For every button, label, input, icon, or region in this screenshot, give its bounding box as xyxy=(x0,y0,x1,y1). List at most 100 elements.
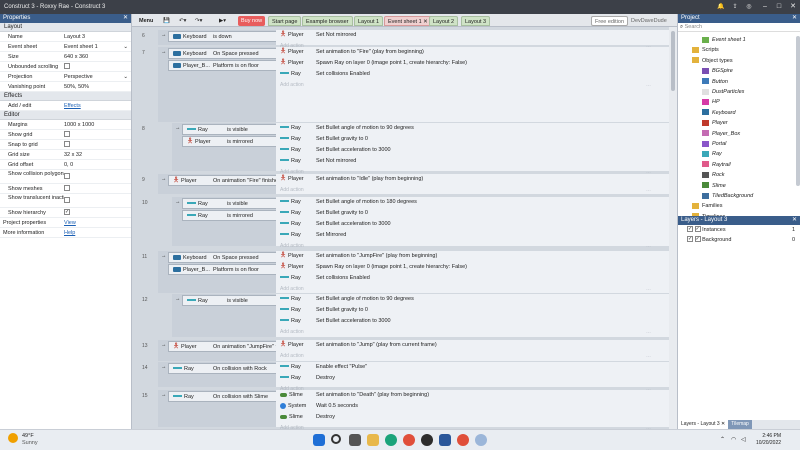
chevron-down-icon[interactable]: ⌄ xyxy=(123,42,131,51)
snap-to-grid-checkbox[interactable] xyxy=(64,141,70,148)
add-action-link[interactable]: Add action xyxy=(280,185,304,195)
actions-block[interactable]: 🯅 Player Set animation to "Idle" (play fro… xyxy=(276,174,669,194)
save-icon[interactable]: 💾 xyxy=(160,16,173,26)
notification-icon[interactable]: 🔔 xyxy=(716,0,726,14)
event-row[interactable]: 15 → Ray On collision with Slime Slime Set an… xyxy=(132,390,669,429)
actions-block[interactable]: Ray Set Bullet angle of motion to 90 degr… xyxy=(276,294,669,337)
tab-start-page[interactable]: Start page xyxy=(268,16,302,26)
tab-layout-3[interactable]: Layout 3 xyxy=(461,16,491,26)
event-row[interactable]: 6 → Keyboard is down 🯅 Player Set Not mirrored… xyxy=(132,30,669,49)
add-action-link[interactable]: Add action xyxy=(280,284,304,294)
expand-arrow-icon[interactable]: → xyxy=(161,251,167,261)
minimize-icon[interactable]: – xyxy=(758,0,772,14)
add-action-link[interactable]: Add action xyxy=(280,351,304,361)
action-text[interactable]: Set Bullet acceleration to 3000 xyxy=(316,145,391,155)
close-icon[interactable]: ✕ xyxy=(786,0,800,14)
actions-block[interactable]: Ray Set Bullet angle of motion to 90 degr… xyxy=(276,123,669,175)
show-translucent-checkbox[interactable] xyxy=(64,197,70,204)
action-text[interactable]: Destroy xyxy=(316,412,335,422)
event-row[interactable]: 12 → Ray is visible Ray Set Bullet angle of m… xyxy=(132,294,669,337)
event-row[interactable]: 11 → Keyboard On Space pressed Player_B... Pl… xyxy=(132,251,669,293)
prop-project-properties[interactable]: Project properties View xyxy=(0,218,131,228)
unbounded-scrolling-checkbox[interactable] xyxy=(64,63,70,70)
project-item-dustparticles[interactable]: DustParticles xyxy=(702,88,744,97)
chrome-icon[interactable] xyxy=(457,434,469,446)
add-link[interactable]: … xyxy=(646,80,651,90)
windows-start-icon[interactable] xyxy=(313,434,325,446)
project-item-keyboard[interactable]: Keyboard xyxy=(702,109,736,118)
action-text[interactable]: Set collisions Enabled xyxy=(316,273,370,283)
action-text[interactable]: Set Not mirrored xyxy=(316,156,356,166)
actions-block[interactable]: Slime Set animation to "Death" (play from… xyxy=(276,390,669,429)
tab-layout-1[interactable]: Layout 1 xyxy=(354,16,384,26)
project-item-player[interactable]: Player xyxy=(702,119,728,128)
action-text[interactable]: Set animation to "Jump" (play from curre… xyxy=(316,340,437,350)
file-explorer-icon[interactable] xyxy=(367,434,379,446)
add-link[interactable]: … xyxy=(646,351,651,361)
action-text[interactable]: Set animation to "Idle" (play from begin… xyxy=(316,174,423,184)
action-text[interactable]: Spawn Ray on layer 0 (image point 1, cre… xyxy=(316,262,467,272)
expand-arrow-icon[interactable]: → xyxy=(161,174,167,184)
task-view-icon[interactable] xyxy=(349,434,361,446)
weather-widget[interactable]: 49°F Sunny xyxy=(22,433,38,447)
tab-layout-2[interactable]: Layout 2 xyxy=(429,16,459,26)
event-sheet-scrollbar[interactable] xyxy=(669,27,677,429)
wifi-icon[interactable]: ◠ xyxy=(731,436,736,443)
play-icon[interactable]: ▶▾ xyxy=(216,16,229,26)
tab-layers[interactable]: Layers - Layout 3 ✕ xyxy=(678,420,729,429)
project-search[interactable]: ⌕ Search xyxy=(678,23,800,32)
tab-example-browser[interactable]: Example browser xyxy=(302,16,353,26)
prop-show-hierarchy[interactable]: Show hierarchy xyxy=(0,208,131,218)
add-action-link[interactable]: Add action xyxy=(280,327,304,337)
expand-arrow-icon[interactable]: → xyxy=(161,340,167,350)
user-icon[interactable]: ◎ xyxy=(744,0,754,14)
free-edition-badge[interactable]: Free edition xyxy=(591,16,629,26)
layer-visible-checkbox[interactable] xyxy=(687,226,693,233)
expand-arrow-icon[interactable]: → xyxy=(161,362,167,372)
volume-icon[interactable]: ◁ xyxy=(741,436,746,443)
action-text[interactable]: Enable effect "Pulse" xyxy=(316,362,367,372)
buy-now-button[interactable]: Buy now xyxy=(238,16,266,26)
add-link[interactable]: … xyxy=(646,327,651,337)
prop-more-information[interactable]: More information Help xyxy=(0,228,131,238)
search-icon[interactable] xyxy=(331,434,341,444)
add-action-link[interactable]: Add action xyxy=(280,241,304,251)
project-item-portal[interactable]: Portal xyxy=(702,140,726,149)
redo-icon[interactable]: ↷▾ xyxy=(192,16,205,26)
action-text[interactable]: Set Not mirrored xyxy=(316,30,356,40)
chevron-down-icon[interactable]: ⌄ xyxy=(123,72,131,81)
project-item-object-types[interactable]: Object types xyxy=(692,57,733,66)
project-item-families[interactable]: Families xyxy=(692,202,722,211)
action-text[interactable]: Destroy xyxy=(316,373,335,383)
event-sheet[interactable]: 6 → Keyboard is down 🯅 Player Set Not mirrored… xyxy=(132,27,669,429)
section-layout[interactable]: Layout xyxy=(0,23,131,32)
construct-icon[interactable] xyxy=(475,434,487,446)
expand-arrow-icon[interactable]: → xyxy=(161,30,167,40)
actions-block[interactable]: Ray Enable effect "Pulse" Ray Destroy Add ac… xyxy=(276,362,669,392)
action-text[interactable]: Set Bullet acceleration to 3000 xyxy=(316,219,391,229)
effects-link[interactable]: Effects xyxy=(64,101,131,110)
project-item-ray[interactable]: Ray xyxy=(702,150,722,159)
maximize-icon[interactable]: □ xyxy=(772,0,786,14)
project-item-raytrail[interactable]: Raytrail xyxy=(702,161,731,170)
project-item-tiledbackground[interactable]: TiledBackground xyxy=(702,192,753,201)
action-text[interactable]: Wait 0.5 seconds xyxy=(316,401,358,411)
close-icon[interactable]: ✕ xyxy=(721,421,725,427)
project-item-hp[interactable]: HP xyxy=(702,98,720,107)
project-item-button[interactable]: Button xyxy=(702,78,728,87)
action-text[interactable]: Set animation to "Fire" (play from begin… xyxy=(316,47,424,57)
action-text[interactable]: Set Bullet gravity to 0 xyxy=(316,208,368,218)
action-text[interactable]: Set Bullet gravity to 0 xyxy=(316,305,368,315)
prop-show-grid[interactable]: Show grid xyxy=(0,130,131,140)
layer-lock-checkbox[interactable] xyxy=(694,236,701,243)
action-text[interactable]: Set Bullet acceleration to 3000 xyxy=(316,316,391,326)
chrome-icon[interactable] xyxy=(403,434,415,446)
app-icon[interactable] xyxy=(421,434,433,446)
action-text[interactable]: Set Bullet angle of motion to 90 degrees xyxy=(316,123,414,133)
prop-vanishing-point[interactable]: Vanishing point 50%, 50% xyxy=(0,82,131,92)
event-row[interactable]: 14 → Ray On collision with Rock Ray Enable ef… xyxy=(132,362,669,392)
expand-arrow-icon[interactable]: → xyxy=(161,47,167,57)
add-link[interactable]: … xyxy=(646,284,651,294)
prop-margins[interactable]: Margins 1000 x 1000 xyxy=(0,120,131,130)
word-icon[interactable] xyxy=(439,434,451,446)
